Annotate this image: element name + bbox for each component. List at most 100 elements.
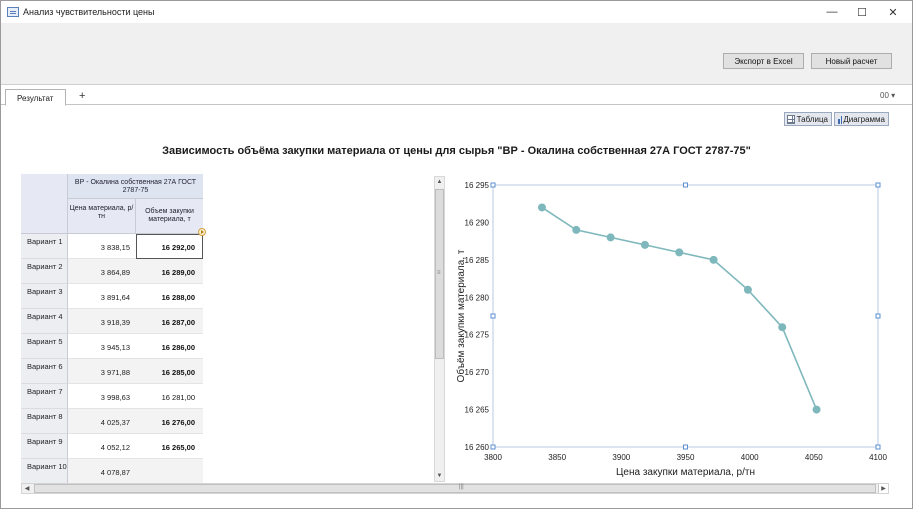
table-row[interactable]: Вариант 84 025,37 16 276,00 bbox=[21, 409, 203, 434]
horizontal-scrollbar[interactable]: ◀ ||| ▶ bbox=[21, 483, 889, 494]
row-label: Вариант 6 bbox=[21, 359, 68, 384]
title-bar: Анализ чувствительности цены — ☐ ✕ bbox=[1, 1, 912, 23]
resize-handle[interactable] bbox=[683, 444, 688, 450]
tab-result[interactable]: Результат bbox=[5, 89, 66, 106]
data-point[interactable] bbox=[537, 203, 546, 212]
price-cell[interactable]: 3 891,64 bbox=[68, 284, 136, 309]
app-window: Анализ чувствительности цены — ☐ ✕ Экспо… bbox=[0, 0, 913, 509]
price-cell[interactable]: 4 052,12 bbox=[68, 434, 136, 459]
row-label: Вариант 10 bbox=[21, 459, 68, 484]
data-point[interactable] bbox=[606, 233, 615, 242]
new-calculation-button[interactable]: Новый расчет bbox=[811, 53, 892, 69]
resize-handle[interactable] bbox=[490, 182, 496, 188]
scroll-left-arrow-icon[interactable]: ◀ bbox=[22, 484, 32, 493]
y-axis-title: Объём закупки материала, т bbox=[455, 249, 467, 382]
view-table-label: Таблица bbox=[796, 114, 828, 124]
resize-handle[interactable] bbox=[875, 182, 881, 188]
row-label: Вариант 1 bbox=[21, 234, 68, 259]
x-tick-label: 4100 bbox=[869, 453, 887, 462]
table-row[interactable]: Вариант 33 891,64 16 288,00 bbox=[21, 284, 203, 309]
volume-cell[interactable]: 16 265,00 bbox=[136, 434, 203, 459]
price-cell[interactable]: 3 971,88 bbox=[68, 359, 136, 384]
y-tick-label: 16 285 bbox=[465, 256, 490, 265]
price-cell[interactable]: 4 078,87 bbox=[68, 459, 136, 484]
y-tick-label: 16 260 bbox=[465, 443, 490, 452]
price-volume-chart: 16 260 16 265 16 270 16 275 16 280 16 285 16 2… bbox=[455, 181, 887, 478]
data-point[interactable] bbox=[743, 285, 752, 294]
minimize-button[interactable]: — bbox=[817, 1, 847, 23]
table-row[interactable]: Вариант 43 918,39 16 287,00 bbox=[21, 309, 203, 334]
volume-cell[interactable]: 16 276,00 bbox=[136, 409, 203, 434]
table-row[interactable]: Вариант 94 052,12 16 265,00 bbox=[21, 434, 203, 459]
row-label: Вариант 7 bbox=[21, 384, 68, 409]
table-row[interactable]: Вариант 73 998,63 16 281,00 bbox=[21, 384, 203, 409]
maximize-button[interactable]: ☐ bbox=[847, 1, 877, 23]
results-table: ВР - Окалина собственная 27А ГОСТ 2787-7… bbox=[21, 174, 203, 484]
horizontal-scroll-thumb[interactable]: ||| bbox=[34, 484, 876, 493]
resize-handle[interactable] bbox=[683, 182, 688, 188]
price-cell[interactable]: 3 918,39 bbox=[68, 309, 136, 334]
scroll-up-arrow-icon[interactable]: ▲ bbox=[435, 177, 444, 187]
grip-icon: ≡ bbox=[437, 270, 441, 276]
data-point[interactable] bbox=[572, 225, 581, 234]
volume-cell[interactable]: 16 288,00 bbox=[136, 284, 203, 309]
data-point[interactable] bbox=[709, 255, 718, 264]
vertical-scrollbar[interactable]: ▲ ≡ ▼ bbox=[434, 176, 445, 482]
scroll-down-arrow-icon[interactable]: ▼ bbox=[435, 471, 444, 481]
resize-handle[interactable] bbox=[490, 313, 496, 319]
price-cell[interactable]: 3 945,13 bbox=[68, 334, 136, 359]
data-point[interactable] bbox=[812, 405, 821, 414]
data-point[interactable] bbox=[778, 323, 787, 332]
x-axis-title: Цена закупки материала, р/тн bbox=[616, 467, 755, 478]
tab-list-menu[interactable]: 00 ▾ bbox=[880, 91, 895, 100]
plot-area-frame bbox=[492, 184, 879, 448]
y-tick-label: 16 270 bbox=[465, 368, 490, 377]
resize-handle[interactable] bbox=[875, 444, 881, 450]
add-tab-button[interactable]: + bbox=[79, 90, 85, 102]
data-point[interactable] bbox=[675, 248, 684, 257]
price-cell[interactable]: 3 838,15 bbox=[68, 234, 136, 259]
view-table-button[interactable]: Таблица bbox=[784, 112, 832, 126]
volume-cell[interactable]: 16 287,00 bbox=[136, 309, 203, 334]
tab-bar: Результат + 00 ▾ bbox=[1, 86, 912, 106]
volume-cell[interactable] bbox=[136, 459, 203, 484]
volume-cell[interactable]: 16 285,00 bbox=[136, 359, 203, 384]
export-excel-button[interactable]: Экспорт в Excel bbox=[723, 53, 804, 69]
view-chart-button[interactable]: Диаграмма bbox=[834, 112, 889, 126]
scroll-right-arrow-icon[interactable]: ▶ bbox=[878, 484, 888, 493]
table-row[interactable]: Вариант 13 838,15 16 292,00 bbox=[21, 234, 203, 259]
table-row[interactable]: Вариант 63 971,88 16 285,00 bbox=[21, 359, 203, 384]
row-label: Вариант 9 bbox=[21, 434, 68, 459]
vertical-scroll-thumb[interactable]: ≡ bbox=[435, 189, 444, 359]
volume-cell[interactable]: 16 286,00 bbox=[136, 334, 203, 359]
volume-cell[interactable]: 16 289,00 bbox=[136, 259, 203, 284]
data-point[interactable] bbox=[640, 240, 649, 249]
row-label: Вариант 5 bbox=[21, 334, 68, 359]
table-corner-cell bbox=[21, 174, 68, 234]
x-tick-label: 3850 bbox=[548, 453, 566, 462]
resize-handle[interactable] bbox=[875, 313, 881, 319]
window-title: Анализ чувствительности цены bbox=[23, 7, 155, 17]
table-row[interactable]: Вариант 53 945,13 16 286,00 bbox=[21, 334, 203, 359]
row-label: Вариант 2 bbox=[21, 259, 68, 284]
table-row[interactable]: Вариант 10 4 078,87 bbox=[21, 459, 203, 484]
view-chart-label: Диаграмма bbox=[843, 114, 885, 124]
price-cell[interactable]: 3 864,89 bbox=[68, 259, 136, 284]
toolbar: Экспорт в Excel Новый расчет bbox=[1, 23, 912, 85]
y-tick-label: 16 265 bbox=[465, 406, 490, 415]
table-row[interactable]: Вариант 23 864,89 16 289,00 bbox=[21, 259, 203, 284]
close-button[interactable]: ✕ bbox=[878, 1, 908, 23]
price-cell[interactable]: 3 998,63 bbox=[68, 384, 136, 409]
table-group-header: ВР - Окалина собственная 27А ГОСТ 2787-7… bbox=[68, 174, 203, 199]
price-cell[interactable]: 4 025,37 bbox=[68, 409, 136, 434]
volume-cell[interactable]: 16 281,00 bbox=[136, 384, 203, 409]
cell-expand-icon[interactable] bbox=[198, 228, 206, 236]
x-tick-label: 3800 bbox=[484, 453, 502, 462]
row-label: Вариант 3 bbox=[21, 284, 68, 309]
volume-cell[interactable]: 16 292,00 bbox=[136, 234, 203, 259]
x-tick-label: 4000 bbox=[741, 453, 759, 462]
page-title: Зависимость объёма закупки материала от … bbox=[162, 145, 751, 157]
y-tick-label: 16 275 bbox=[465, 331, 490, 340]
series-line bbox=[541, 206, 818, 410]
resize-handle[interactable] bbox=[490, 444, 496, 450]
